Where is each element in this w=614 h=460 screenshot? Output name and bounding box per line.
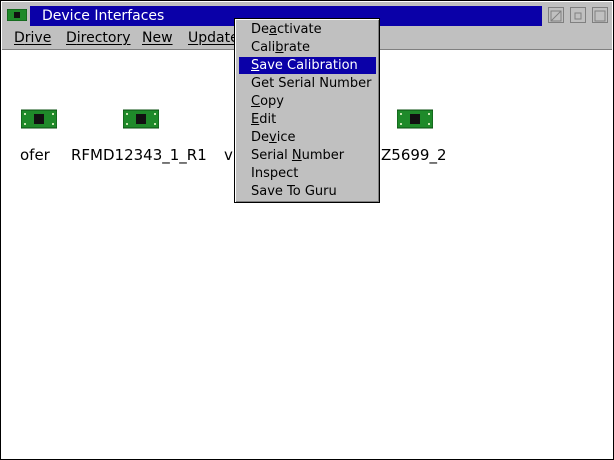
device-chip-icon[interactable]: [123, 109, 159, 129]
device-label[interactable]: RFMD12343_1_R1: [71, 146, 207, 164]
menu-item-device[interactable]: Device: [239, 129, 376, 146]
menu-directory[interactable]: Directory: [66, 30, 131, 46]
menu-item-get-serial-number[interactable]: Get Serial Number: [239, 75, 376, 92]
menu-item-copy[interactable]: Copy: [239, 93, 376, 110]
context-menu: Deactivate Calibrate Save Calibration Ge…: [234, 18, 380, 203]
minimize-icon: [550, 10, 562, 22]
system-menu-icon[interactable]: [7, 9, 27, 21]
restore-icon: [574, 12, 582, 20]
device-label[interactable]: v: [224, 146, 233, 164]
restore-button[interactable]: [570, 7, 586, 23]
menu-item-edit[interactable]: Edit: [239, 111, 376, 128]
menu-item-save-calibration[interactable]: Save Calibration: [239, 57, 376, 74]
device-chip-icon[interactable]: [397, 109, 433, 129]
menu-new[interactable]: New: [142, 30, 173, 46]
device-chip-icon[interactable]: [21, 109, 57, 129]
device-label[interactable]: Z5699_2: [381, 146, 447, 164]
menu-item-save-to-guru[interactable]: Save To Guru: [239, 183, 376, 200]
menu-item-calibrate[interactable]: Calibrate: [239, 39, 376, 56]
maximize-button[interactable]: [592, 7, 608, 23]
menu-item-serial-number[interactable]: Serial Number: [239, 147, 376, 164]
minimize-button[interactable]: [548, 7, 564, 23]
device-label[interactable]: ofer: [20, 146, 50, 164]
menu-item-deactivate[interactable]: Deactivate: [239, 21, 376, 38]
menu-update[interactable]: Update: [188, 30, 239, 46]
menu-drive[interactable]: Drive: [14, 30, 51, 46]
window-title: Device Interfaces: [42, 8, 165, 24]
menu-item-inspect[interactable]: Inspect: [239, 165, 376, 182]
maximize-icon: [594, 10, 606, 22]
